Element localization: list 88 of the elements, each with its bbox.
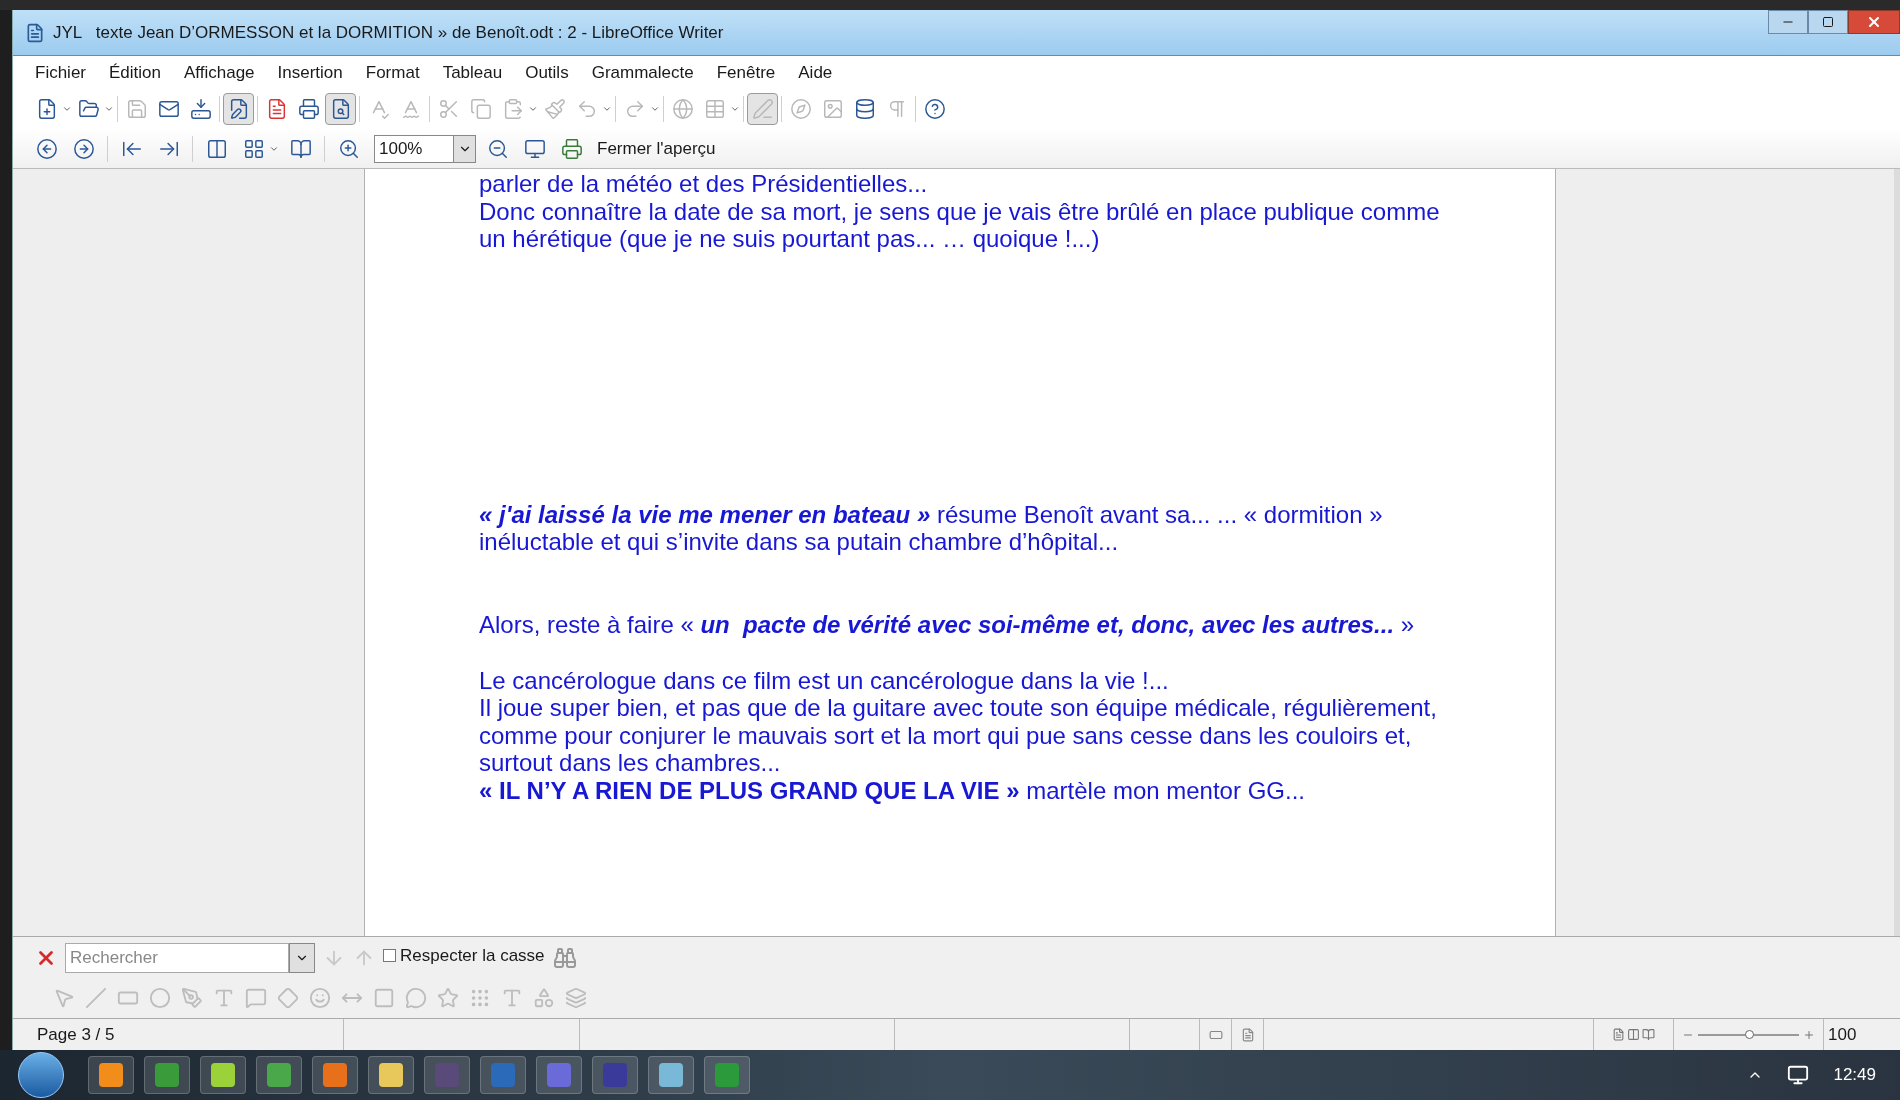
- page-indicator: Page 3 / 5: [36, 1023, 116, 1046]
- taskbar-app-button[interactable]: [648, 1056, 694, 1094]
- menu-item[interactable]: Fichier: [35, 59, 86, 86]
- flowchart-icon[interactable]: [373, 987, 395, 1009]
- menu-item[interactable]: Insertion: [277, 59, 343, 86]
- print-icon: [297, 98, 320, 120]
- paragraph: « j'ai laissé la vie me mener en bateau » résume Benoît avant sa... ... « dormition » inéluctable et qui s’invite dans sa putain chambre d’hôpital...: [479, 500, 1383, 556]
- writer-document-icon: [25, 22, 45, 43]
- previous-page-icon: [35, 137, 58, 160]
- print-preview-button[interactable]: [325, 93, 356, 125]
- taskbar-app-button[interactable]: [256, 1056, 302, 1094]
- copy-icon: [469, 98, 492, 120]
- gallery-icon: [821, 98, 844, 120]
- clock[interactable]: 12:49: [1833, 1062, 1876, 1088]
- menu-item[interactable]: Grammalecte: [591, 59, 694, 86]
- select-pointer-icon[interactable]: [53, 987, 75, 1009]
- taskbar-app-button[interactable]: [88, 1056, 134, 1094]
- close-icon: [1866, 14, 1882, 30]
- paragraph: Alors, reste à faire « un pacte de vérité avec soi-même et, donc, avec les autres... »: [479, 610, 1415, 639]
- menu-item[interactable]: Format: [365, 59, 420, 86]
- print-icon: [560, 137, 583, 160]
- database-icon: [853, 98, 876, 120]
- search-field[interactable]: Rechercher: [65, 942, 289, 973]
- edit-mode-button[interactable]: [223, 93, 254, 125]
- two-page-view-icon[interactable]: [1627, 1028, 1640, 1041]
- menu-item[interactable]: Tableau: [442, 59, 503, 86]
- globe-icon: [671, 98, 694, 120]
- match-case-label: Respecter la casse: [400, 944, 545, 967]
- speech-bubble-icon[interactable]: [405, 987, 427, 1009]
- zoom-combo[interactable]: 100%: [374, 134, 476, 163]
- menu-item[interactable]: Fenêtre: [716, 59, 776, 86]
- document-modified-icon: [1240, 1027, 1255, 1042]
- save-icon: [125, 98, 148, 120]
- menu-item[interactable]: Édition: [109, 59, 161, 86]
- window-title: JYL texte Jean D’ORMESSON et la DORMITION » de Benoît.odt : 2 - LibreOffice Writer: [53, 21, 724, 44]
- start-button[interactable]: [18, 1052, 64, 1098]
- save-remote-icon: [189, 98, 212, 120]
- navigator-icon: [789, 98, 812, 120]
- freeform-icon[interactable]: [181, 987, 203, 1009]
- taskbar-app-button[interactable]: [200, 1056, 246, 1094]
- points-icon[interactable]: [469, 987, 491, 1009]
- ellipse-icon[interactable]: [149, 987, 171, 1009]
- text-icon[interactable]: [213, 987, 235, 1009]
- help-icon: [923, 98, 946, 120]
- single-page-view-icon[interactable]: [1612, 1028, 1625, 1041]
- match-case-checkbox[interactable]: [383, 949, 396, 962]
- network-icon[interactable]: [1787, 1064, 1810, 1086]
- maximize-icon: [1822, 16, 1834, 28]
- zoom-out-icon: [486, 137, 509, 160]
- shapes-icon[interactable]: [533, 987, 555, 1009]
- paragraph: Le cancérologue dans ce film est un cancérologue dans la vie !... Il joue super bien, et pas que de la guitare avec toute son équipe médicale, régulièrement, comme pour conjurer le mauvais sort et la mort qui pue sans cesse dans les couloirs et, surtout dans les chambres... « IL N’Y A RIEN DE PLUS GRAND QUE LA VIE » martèle mon mentor GG...: [479, 666, 1437, 805]
- line-icon[interactable]: [85, 987, 107, 1009]
- binoculars-icon[interactable]: [552, 945, 577, 970]
- paragraph: parler de la météo et des Présidentielles... Donc connaître la date de sa mort, je sens que je vais être brûlé en place publique comme un hérétique (que je ne suis pourtant pas... … quoique !...): [479, 170, 1440, 253]
- menu-item[interactable]: Affichage: [184, 59, 255, 86]
- taskbar-app-button[interactable]: [592, 1056, 638, 1094]
- maximize-button[interactable]: [1808, 10, 1848, 34]
- fullscreen-icon: [523, 137, 546, 160]
- smiley-icon[interactable]: [309, 987, 331, 1009]
- multi-page-icon: [242, 137, 265, 160]
- table-icon: [703, 98, 726, 120]
- diamond-icon[interactable]: [277, 987, 299, 1009]
- taskbar-app-button[interactable]: [312, 1056, 358, 1094]
- slider-thumb[interactable]: [1744, 1030, 1754, 1039]
- callout-icon[interactable]: [245, 987, 267, 1009]
- pen-icon: [751, 98, 774, 120]
- book-view-icon[interactable]: [1642, 1028, 1655, 1041]
- two-pages-icon: [205, 137, 228, 160]
- scrollbar[interactable]: [1894, 169, 1900, 936]
- close-preview-button[interactable]: Fermer l'aperçu: [593, 135, 720, 162]
- clone-format-icon: [543, 98, 566, 120]
- next-page-icon: [72, 137, 95, 160]
- cut-icon: [437, 98, 460, 120]
- zoom-in-icon[interactable]: [1803, 1028, 1815, 1041]
- menu-item[interactable]: Aide: [798, 59, 833, 86]
- book-view-icon: [289, 137, 312, 160]
- open-folder-icon: [77, 98, 100, 120]
- email-icon: [157, 98, 180, 120]
- close-button[interactable]: [1848, 10, 1900, 34]
- search-history-dropdown[interactable]: [289, 942, 315, 973]
- taskbar-app-button[interactable]: [368, 1056, 414, 1094]
- star-icon[interactable]: [437, 987, 459, 1009]
- menu-item[interactable]: Outils: [525, 59, 569, 86]
- layers-icon[interactable]: [565, 987, 587, 1009]
- zoom-slider[interactable]: [1698, 1029, 1799, 1040]
- fontwork-icon[interactable]: [501, 987, 523, 1009]
- taskbar-app-button[interactable]: [144, 1056, 190, 1094]
- zoom-in-icon: [337, 137, 360, 160]
